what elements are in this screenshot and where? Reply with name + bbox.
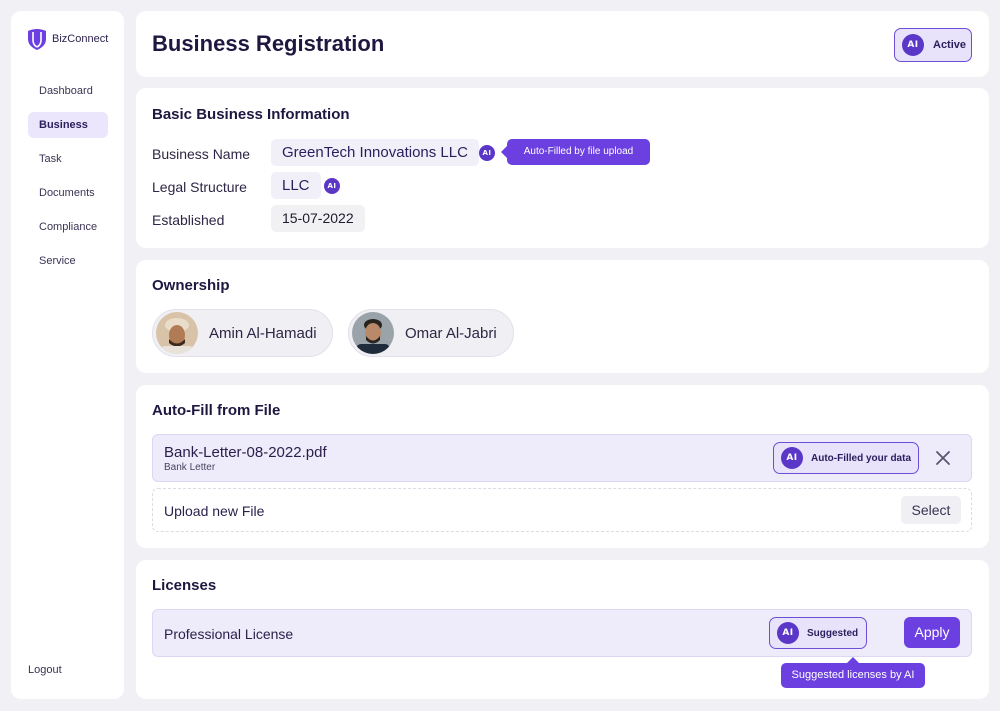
page-title: Business Registration	[152, 31, 385, 56]
owner-name: Omar Al-Jabri	[405, 324, 497, 342]
sidebar-item-dashboard[interactable]: Dashboard	[28, 78, 108, 104]
established-label: Established	[152, 212, 225, 228]
legal-structure-value[interactable]: LLC	[271, 172, 321, 199]
brand[interactable]: BizConnect	[27, 28, 108, 50]
brand-name: BizConnect	[52, 33, 109, 45]
autofilled-label: Auto-Filled your data	[811, 452, 911, 464]
license-name: Professional License	[164, 626, 294, 642]
sidebar-item-service[interactable]: Service	[28, 248, 108, 274]
file-type: Bank Letter	[164, 462, 216, 473]
status-badge[interactable]: AI Active	[894, 28, 972, 62]
status-label: Active	[933, 39, 967, 51]
avatar	[352, 312, 394, 354]
business-name-value[interactable]: GreenTech Innovations LLC	[271, 139, 479, 166]
apply-button[interactable]: Apply	[904, 617, 960, 648]
suggested-label: Suggested	[807, 627, 859, 639]
file-name: Bank-Letter-08-2022.pdf	[164, 444, 327, 461]
sidebar-item-business[interactable]: Business	[28, 112, 108, 138]
suggested-tooltip: Suggested licenses by AI	[781, 657, 925, 688]
owner-chip[interactable]: Omar Al-Jabri	[348, 309, 514, 357]
basic-info-title: Basic Business Information	[152, 106, 350, 123]
ai-icon: AI	[777, 622, 799, 644]
autofill-card: Auto-Fill from File Bank-Letter-08-2022.…	[136, 385, 989, 548]
license-row: Professional License AI Suggested Apply	[152, 609, 972, 657]
select-file-button[interactable]: Select	[901, 496, 961, 524]
close-icon[interactable]	[933, 448, 953, 468]
sidebar: BizConnect Dashboard Business Task Docum…	[11, 11, 124, 699]
page-header: Business Registration AI Active	[136, 11, 989, 77]
ai-icon: AI	[781, 447, 803, 469]
ai-icon: AI	[479, 145, 495, 161]
upload-file-row[interactable]: Upload new File Select	[152, 488, 972, 532]
ownership-card: Ownership Amin Al-Hamadi Omar Al-Jabri	[136, 260, 989, 373]
ai-icon: AI	[902, 34, 924, 56]
sidebar-item-compliance[interactable]: Compliance	[28, 214, 108, 240]
owner-chip[interactable]: Amin Al-Hamadi	[152, 309, 333, 357]
autofill-title: Auto-Fill from File	[152, 402, 281, 419]
ai-icon: AI	[324, 178, 340, 194]
avatar	[156, 312, 198, 354]
business-name-label: Business Name	[152, 146, 251, 162]
owner-name: Amin Al-Hamadi	[209, 324, 317, 342]
brand-logo-icon	[28, 29, 46, 50]
basic-info-card: Basic Business Information Business Name…	[136, 88, 989, 248]
logout-link[interactable]: Logout	[28, 664, 62, 676]
suggested-badge[interactable]: AI Suggested	[769, 617, 867, 649]
autofilled-badge: AI Auto-Filled your data	[773, 442, 919, 474]
established-value[interactable]: 15-07-2022	[271, 205, 365, 232]
sidebar-nav: Dashboard Business Task Documents Compli…	[28, 78, 108, 282]
legal-structure-label: Legal Structure	[152, 179, 247, 195]
licenses-title: Licenses	[152, 577, 217, 594]
sidebar-item-task[interactable]: Task	[28, 146, 108, 172]
sidebar-item-documents[interactable]: Documents	[28, 180, 108, 206]
upload-label: Upload new File	[164, 503, 265, 519]
licenses-card: Licenses Professional License AI Suggest…	[136, 560, 989, 699]
ownership-title: Ownership	[152, 277, 230, 294]
autofill-tooltip: Auto-Filled by file upload	[501, 139, 650, 165]
uploaded-file-row: Bank-Letter-08-2022.pdf Bank Letter AI A…	[152, 434, 972, 482]
